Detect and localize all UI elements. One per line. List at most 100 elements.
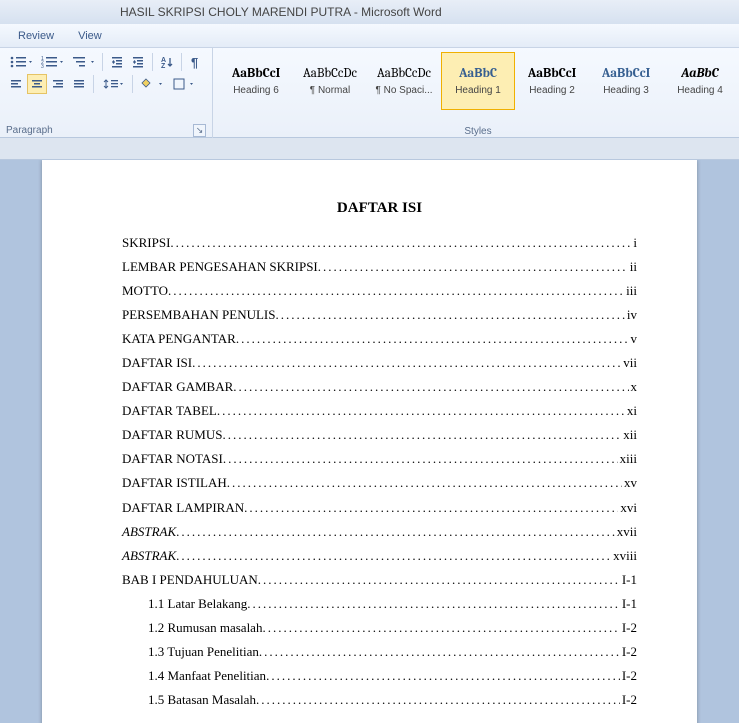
decrease-indent-button[interactable] bbox=[107, 52, 127, 72]
toc-leader-dots: ........................................… bbox=[176, 544, 611, 568]
toc-entry-text: SKRIPSI bbox=[122, 231, 170, 255]
tab-view[interactable]: View bbox=[78, 30, 102, 42]
style-item--no-spaci-[interactable]: AaBbCcDc ¶ No Spaci... bbox=[367, 52, 441, 110]
show-paragraph-marks-button[interactable]: ¶ bbox=[186, 52, 206, 72]
toc-leader-dots: ........................................… bbox=[244, 496, 618, 520]
styles-gallery[interactable]: AaBbCcIHeading 6AaBbCcDc¶ NormalAaBbCcDc… bbox=[219, 50, 737, 110]
toc-entry-page: xvi bbox=[618, 496, 637, 520]
toc-entry: 1.2 Rumusan masalah.....................… bbox=[122, 616, 637, 640]
toc-entry-text: DAFTAR LAMPIRAN bbox=[122, 496, 244, 520]
toc-entry: DAFTAR ISTILAH..........................… bbox=[122, 471, 637, 495]
toc-entry-page: xi bbox=[625, 399, 637, 423]
toc-entry-page: xviii bbox=[611, 544, 637, 568]
shading-button[interactable] bbox=[137, 74, 167, 94]
sort-button[interactable]: AZ bbox=[157, 52, 177, 72]
toc-entry: KATA PENGANTAR..........................… bbox=[122, 327, 637, 351]
toc-entry-page: ii bbox=[628, 255, 637, 279]
paragraph-dialog-launcher[interactable]: ↘ bbox=[193, 124, 206, 137]
toc-entry: PERSEMBAHAN PENULIS.....................… bbox=[122, 303, 637, 327]
style-item--normal[interactable]: AaBbCcDc ¶ Normal bbox=[293, 52, 367, 110]
justify-button[interactable] bbox=[69, 74, 89, 94]
toc-entry-page: I-2 bbox=[620, 616, 637, 640]
window-title: HASIL SKRIPSI CHOLY MARENDI PUTRA - Micr… bbox=[120, 5, 442, 19]
toc-entry-text: PERSEMBAHAN PENULIS bbox=[122, 303, 276, 327]
svg-text:¶: ¶ bbox=[191, 55, 198, 69]
toc-leader-dots: ........................................… bbox=[233, 375, 628, 399]
toc-leader-dots: ........................................… bbox=[266, 664, 620, 688]
bullets-button[interactable] bbox=[6, 52, 36, 72]
toc-entry-text: DAFTAR NOTASI bbox=[122, 447, 223, 471]
line-spacing-button[interactable] bbox=[98, 74, 128, 94]
toc-entry: ABSTRAK.................................… bbox=[122, 544, 637, 568]
style-preview: AaBbCcDc bbox=[377, 66, 431, 81]
style-name: Heading 1 bbox=[455, 85, 501, 96]
borders-button[interactable] bbox=[168, 74, 198, 94]
toc-entry-text: 1.1 Latar Belakang bbox=[148, 592, 247, 616]
numbering-button[interactable]: 123 bbox=[37, 52, 67, 72]
style-item-heading-1[interactable]: AaBbCHeading 1 bbox=[441, 52, 515, 110]
style-item-heading-2[interactable]: AaBbCcI Heading 2 bbox=[515, 52, 589, 110]
toc-entry-text: DAFTAR TABEL bbox=[122, 399, 217, 423]
toc-entry-page: i bbox=[631, 231, 637, 255]
table-of-contents: SKRIPSI.................................… bbox=[122, 231, 637, 712]
align-right-button[interactable] bbox=[48, 74, 68, 94]
toc-entry-text: BAB I PENDAHULUAN bbox=[122, 568, 258, 592]
ruler[interactable] bbox=[0, 138, 739, 160]
toc-entry-text: 1.4 Manfaat Penelitian bbox=[148, 664, 266, 688]
toc-leader-dots: ........................................… bbox=[259, 640, 620, 664]
toc-entry-text: 1.2 Rumusan masalah bbox=[148, 616, 262, 640]
toc-leader-dots: ........................................… bbox=[217, 399, 625, 423]
toc-entry-page: iii bbox=[624, 279, 637, 303]
style-preview: AaBbCcI bbox=[528, 66, 577, 81]
toc-leader-dots: ........................................… bbox=[262, 616, 619, 640]
style-name: ¶ Normal bbox=[310, 85, 350, 96]
toc-leader-dots: ........................................… bbox=[176, 520, 615, 544]
toc-entry-text: ABSTRAK bbox=[122, 520, 176, 544]
toc-entry-page: I-1 bbox=[620, 568, 637, 592]
ribbon: 123 AZ ¶ bbox=[0, 48, 739, 138]
toc-entry: MOTTO...................................… bbox=[122, 279, 637, 303]
toc-entry-text: DAFTAR GAMBAR bbox=[122, 375, 233, 399]
toc-entry-page: I-2 bbox=[620, 664, 637, 688]
style-preview: AaBbCcI bbox=[232, 66, 281, 81]
document-area: DAFTAR ISI SKRIPSI......................… bbox=[0, 160, 739, 723]
style-item-heading-4[interactable]: AaBbC Heading 4 bbox=[663, 52, 737, 110]
increase-indent-button[interactable] bbox=[128, 52, 148, 72]
toc-leader-dots: ........................................… bbox=[227, 471, 622, 495]
style-preview: AaBbC bbox=[681, 66, 718, 81]
toc-leader-dots: ........................................… bbox=[192, 351, 621, 375]
multilevel-list-button[interactable] bbox=[68, 52, 98, 72]
style-name: ¶ No Spaci... bbox=[375, 85, 432, 96]
toc-leader-dots: ........................................… bbox=[318, 255, 628, 279]
style-name: Heading 3 bbox=[603, 85, 649, 96]
align-center-button[interactable] bbox=[27, 74, 47, 94]
toc-leader-dots: ........................................… bbox=[168, 279, 624, 303]
window-title-bar: HASIL SKRIPSI CHOLY MARENDI PUTRA - Micr… bbox=[0, 0, 739, 24]
style-item-heading-3[interactable]: AaBbCcIHeading 3 bbox=[589, 52, 663, 110]
toc-leader-dots: ........................................… bbox=[222, 423, 621, 447]
toc-entry: 1.1 Latar Belakang......................… bbox=[122, 592, 637, 616]
document-page[interactable]: DAFTAR ISI SKRIPSI......................… bbox=[42, 160, 697, 723]
toc-entry-text: DAFTAR RUMUS bbox=[122, 423, 222, 447]
toc-entry-page: x bbox=[629, 375, 638, 399]
toc-leader-dots: ........................................… bbox=[256, 688, 620, 712]
style-item-heading-6[interactable]: AaBbCcIHeading 6 bbox=[219, 52, 293, 110]
toc-entry: ABSTRAK.................................… bbox=[122, 520, 637, 544]
toc-entry-page: I-1 bbox=[620, 592, 637, 616]
style-name: Heading 2 bbox=[529, 85, 575, 96]
toc-leader-dots: ........................................… bbox=[170, 231, 631, 255]
tab-review[interactable]: Review bbox=[18, 30, 54, 42]
style-name: Heading 4 bbox=[677, 85, 723, 96]
styles-group-label: Styles bbox=[464, 126, 491, 137]
toc-entry: DAFTAR ISI..............................… bbox=[122, 351, 637, 375]
toc-entry-page: I-2 bbox=[620, 640, 637, 664]
toc-entry-text: DAFTAR ISI bbox=[122, 351, 192, 375]
toc-entry-page: xv bbox=[622, 471, 637, 495]
toc-leader-dots: ........................................… bbox=[247, 592, 620, 616]
svg-text:3: 3 bbox=[41, 64, 44, 69]
style-preview: AaBbCcDc bbox=[303, 66, 357, 81]
toc-entry-text: MOTTO bbox=[122, 279, 168, 303]
toc-leader-dots: ........................................… bbox=[276, 303, 625, 327]
align-left-button[interactable] bbox=[6, 74, 26, 94]
toc-entry-text: 1.5 Batasan Masalah bbox=[148, 688, 256, 712]
